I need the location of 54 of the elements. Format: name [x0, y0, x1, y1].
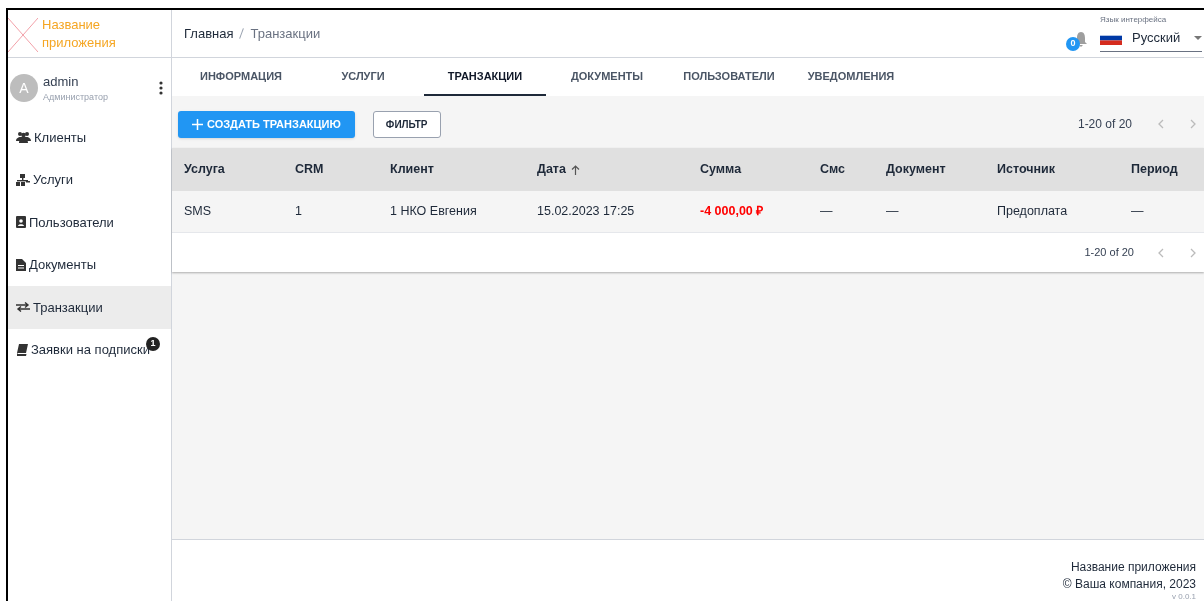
breadcrumb-link[interactable]: Главная: [184, 23, 234, 44]
column-header[interactable]: Услуга: [172, 160, 283, 179]
column-header[interactable]: Клиент: [378, 160, 525, 179]
previous-page-icon[interactable]: [1158, 119, 1164, 129]
tab[interactable]: ПОЛЬЗОВАТЕЛИ: [668, 58, 790, 96]
column-header[interactable]: Дата: [525, 160, 688, 179]
sitemap-icon: [16, 173, 30, 186]
exchange-arrows-icon: [16, 302, 30, 313]
table-cell-text: 1 НКО Евгения: [389, 203, 478, 221]
table-cell-text: —: [885, 203, 900, 221]
column-header[interactable]: Период: [1119, 160, 1204, 179]
book-icon: [16, 343, 28, 356]
tab[interactable]: ИНФОРМАЦИЯ: [180, 58, 302, 96]
notification-count: 0: [1066, 36, 1080, 51]
plus-icon: [192, 118, 203, 130]
language-select[interactable]: Русский: [1100, 28, 1202, 52]
table-cell-text: —: [819, 203, 834, 221]
user-role: Администратор: [43, 91, 109, 104]
tab[interactable]: ТРАНЗАКЦИИ: [424, 58, 546, 96]
bell-icon[interactable]: [1074, 30, 1088, 47]
previous-page-icon[interactable]: [1158, 247, 1164, 258]
filter-button[interactable]: ФИЛЬТР: [372, 110, 441, 138]
table-cell-text: —: [1130, 203, 1145, 221]
sidebar-item[interactable]: Транзакции: [8, 286, 171, 329]
user-name: admin: [43, 72, 80, 91]
dropdown-caret-icon: [1194, 36, 1202, 40]
tab[interactable]: УСЛУГИ: [302, 58, 424, 96]
pagination-range: 1-20 of 20: [1084, 245, 1134, 261]
id-badge-icon: [16, 216, 26, 229]
column-header[interactable]: Сумма: [688, 160, 808, 179]
users-icon: [16, 131, 31, 144]
next-page-icon[interactable]: [1190, 119, 1196, 129]
breadcrumb-current: Транзакции: [250, 24, 321, 43]
footer-app-name: Название приложения: [1070, 559, 1196, 576]
document-icon: [16, 258, 26, 271]
app-name: Название приложения: [42, 15, 117, 52]
tab[interactable]: УВЕДОМЛЕНИЯ: [790, 58, 912, 96]
more-vertical-icon[interactable]: [159, 81, 163, 95]
version-label: v 0.0.1: [1172, 592, 1196, 601]
table-cell-text: -4 000,00 ₽: [699, 203, 765, 221]
table-cell-text: Предоплата: [996, 203, 1069, 221]
next-page-icon[interactable]: [1190, 247, 1196, 258]
language-label: Язык интерфейса: [1100, 15, 1168, 26]
table-cell-text: 1: [294, 203, 303, 221]
footer-copyright: © Ваша компания, 2023: [1062, 576, 1196, 592]
column-header[interactable]: Источник: [985, 160, 1119, 179]
table-cell-text: SMS: [183, 203, 213, 221]
table-cell-text: 15.02.2023 17:25: [536, 203, 636, 221]
tab[interactable]: ДОКУМЕНТЫ: [546, 58, 668, 96]
user-avatar: A: [10, 74, 38, 102]
column-header[interactable]: Документ: [874, 160, 985, 179]
column-header[interactable]: Смс: [808, 160, 874, 179]
pagination-range: 1-20 of 20: [1077, 116, 1132, 133]
column-header[interactable]: CRM: [283, 160, 378, 179]
